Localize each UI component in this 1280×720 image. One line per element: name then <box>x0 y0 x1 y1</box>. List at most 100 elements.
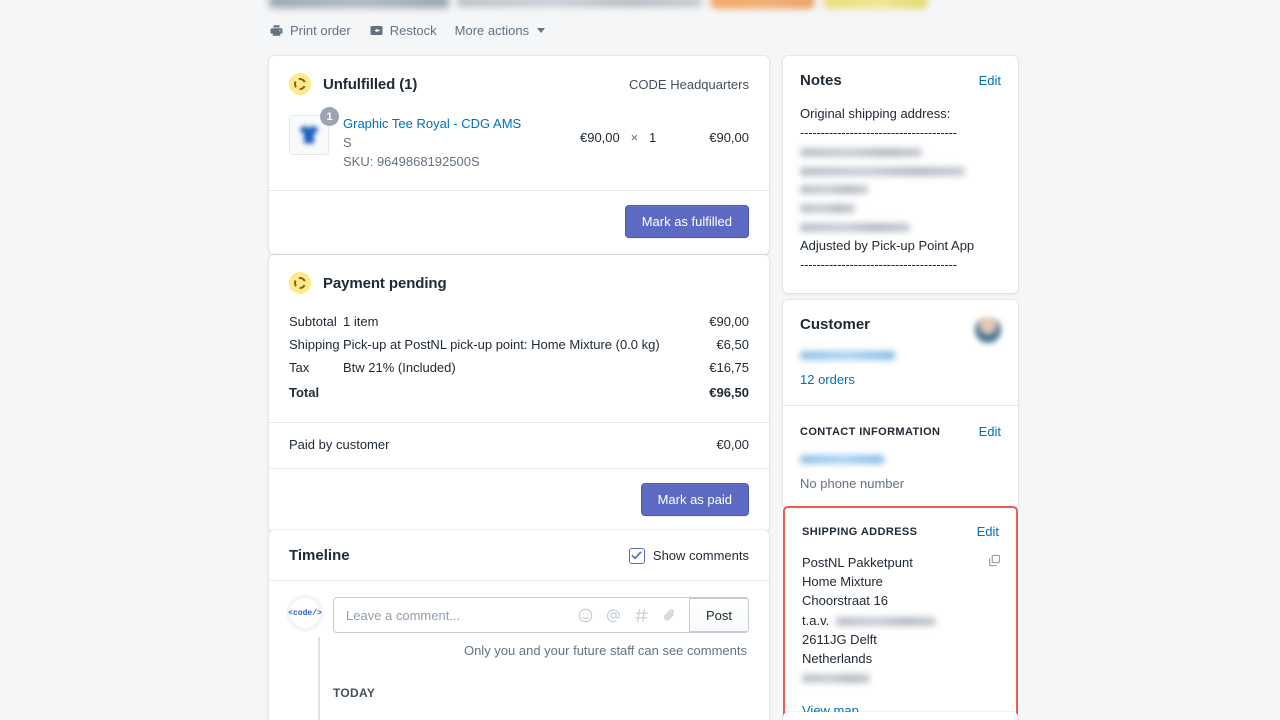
customer-orders-link[interactable]: 12 orders <box>800 372 1001 387</box>
payment-row-label: Tax <box>289 360 310 375</box>
restock-icon <box>369 23 384 38</box>
line-item-pricing: €90,00 × 1 <box>568 115 663 145</box>
more-actions-button[interactable]: More actions <box>455 23 546 38</box>
notes-body: Original shipping address: -------------… <box>783 89 1018 293</box>
hashtag-icon[interactable] <box>633 607 650 624</box>
unfulfilled-title: Unfulfilled (1) <box>323 75 418 93</box>
shipping-address-card: SHIPPING ADDRESS Edit PostNL Pakketpunt … <box>783 506 1018 720</box>
payment-summary-table: Subtotal 1 item €90,00 Shipping Pick-up … <box>269 294 769 410</box>
fulfillment-location: CODE Headquarters <box>629 76 749 92</box>
timeline-connector <box>318 637 320 720</box>
contact-information-heading: CONTACT INFORMATION <box>800 425 941 438</box>
payment-card: Payment pending Subtotal 1 item €90,00 S… <box>269 255 769 532</box>
note-line-name-redacted <box>800 147 922 157</box>
show-comments-label: Show comments <box>652 548 749 563</box>
payment-total-label: Total <box>289 385 320 400</box>
billing-address-card <box>783 712 1018 720</box>
mention-icon[interactable] <box>605 607 622 624</box>
note-line-address-redacted <box>800 166 965 176</box>
order-header <box>269 0 928 9</box>
line-item-total: €90,00 <box>709 130 749 145</box>
comment-composer: <code/> Leave a comment... Post <box>288 597 749 633</box>
paid-by-customer-amount: €0,00 <box>716 437 749 452</box>
order-number-redacted <box>269 0 449 8</box>
notes-edit-link[interactable]: Edit <box>979 73 1001 88</box>
print-order-button[interactable]: Print order <box>269 23 351 38</box>
shipping-attn-prefix: t.a.v. <box>802 612 830 628</box>
avatar: <code/> <box>288 597 322 629</box>
payment-row: Tax Btw 21% (Included) €16,75 <box>289 356 749 379</box>
notes-footer: Adjusted by Pick-up Point App <box>800 237 975 253</box>
shipping-attn-line: t.a.v. <box>802 611 999 630</box>
show-comments-checkbox[interactable] <box>628 547 645 564</box>
customer-email-redacted[interactable] <box>800 455 884 465</box>
line-item-quantity: 1 <box>649 130 657 145</box>
mark-as-paid-button[interactable]: Mark as paid <box>640 483 749 516</box>
shipping-line-3: Choorstraat 16 <box>802 593 888 609</box>
mark-as-fulfilled-button[interactable]: Mark as fulfilled <box>624 204 749 238</box>
timeline-title: Timeline <box>289 547 350 564</box>
payment-row-amount: €6,50 <box>716 337 749 352</box>
line-item: 1 Graphic Tee Royal - CDG AMS S SKU: 964… <box>269 95 769 190</box>
product-sku: SKU: 9649868192500S <box>343 153 480 169</box>
tshirt-image <box>299 125 319 144</box>
notes-card: Notes Edit Original shipping address: --… <box>783 56 1018 293</box>
quantity-badge: 1 <box>320 107 339 126</box>
shipping-address-edit-link[interactable]: Edit <box>977 524 999 539</box>
customer-phone: No phone number <box>800 476 905 491</box>
shipping-line-2: Home Mixture <box>802 574 883 590</box>
payment-row: Shipping Pick-up at PostNL pick-up point… <box>289 333 749 356</box>
timeline-card: Timeline Show comments <code/> Leave a c… <box>269 530 769 720</box>
timeline-header: Timeline Show comments <box>269 530 769 580</box>
notes-divider-top: -------------------------------------- <box>800 124 957 140</box>
shipping-address-header: SHIPPING ADDRESS Edit <box>785 508 1016 539</box>
customer-title: Customer <box>800 316 871 333</box>
multiply-symbol: × <box>630 130 639 145</box>
notes-title: Notes <box>800 72 842 89</box>
customer-name-redacted[interactable] <box>800 351 895 361</box>
contact-information-header: CONTACT INFORMATION Edit <box>783 406 1018 439</box>
order-meta-redacted <box>457 0 702 7</box>
contact-edit-link[interactable]: Edit <box>979 424 1001 439</box>
restock-button[interactable]: Restock <box>369 23 437 38</box>
shipping-attn-name-redacted <box>835 616 936 626</box>
note-line-zip-redacted <box>800 185 868 195</box>
restock-label: Restock <box>389 23 437 38</box>
notes-divider-bottom: -------------------------------------- <box>800 256 957 272</box>
customer-body: 12 orders <box>783 333 1018 405</box>
order-action-bar: Print order Restock More actions <box>269 23 546 38</box>
shipping-line-1: PostNL Pakketpunt <box>802 555 913 570</box>
order-details-page: Print order Restock More actions Unfulfi… <box>0 0 1280 720</box>
product-title-link[interactable]: Graphic Tee Royal - CDG AMS <box>343 115 554 134</box>
timeline-date-heading: TODAY <box>333 686 376 700</box>
note-line-city-redacted <box>800 204 855 214</box>
check-icon <box>631 551 642 560</box>
payment-header: Payment pending <box>269 255 769 294</box>
comment-visibility-hint: Only you and your future staff can see c… <box>463 643 747 658</box>
printer-icon <box>269 23 284 38</box>
payment-pending-status-icon <box>289 272 311 294</box>
attachment-icon[interactable] <box>661 607 678 624</box>
customer-header: Customer <box>783 300 1018 343</box>
unfulfilled-header: Unfulfilled (1) CODE Headquarters <box>269 56 769 95</box>
unfulfilled-footer: Mark as fulfilled <box>269 191 769 254</box>
line-item-info: Graphic Tee Royal - CDG AMS S SKU: 96498… <box>343 115 554 172</box>
show-comments-toggle[interactable]: Show comments <box>628 547 749 564</box>
shipping-address-body: PostNL Pakketpunt Home Mixture Choorstra… <box>785 539 1016 720</box>
emoji-icon[interactable] <box>577 607 594 624</box>
payment-row-amount: €90,00 <box>709 314 749 329</box>
comment-input[interactable] <box>346 607 566 623</box>
customer-card: Customer 12 orders CONTACT INFORMATION E… <box>783 300 1018 508</box>
payment-row-desc: Pick-up at PostNL pick-up point: Home Mi… <box>343 337 660 352</box>
payment-total-row: Total €96,50 <box>289 379 749 404</box>
payment-row-desc: Btw 21% (Included) <box>343 360 456 375</box>
payment-status-badge <box>710 0 815 9</box>
paid-by-customer-label: Paid by customer <box>289 437 390 452</box>
paid-by-customer-row: Paid by customer €0,00 <box>269 423 769 468</box>
post-comment-button[interactable]: Post <box>688 598 749 632</box>
copy-icon[interactable] <box>987 553 1002 573</box>
chevron-down-icon <box>537 28 546 33</box>
notes-header: Notes Edit <box>783 56 1018 89</box>
customer-avatar <box>975 317 1001 343</box>
payment-total-amount: €96,50 <box>709 385 749 400</box>
